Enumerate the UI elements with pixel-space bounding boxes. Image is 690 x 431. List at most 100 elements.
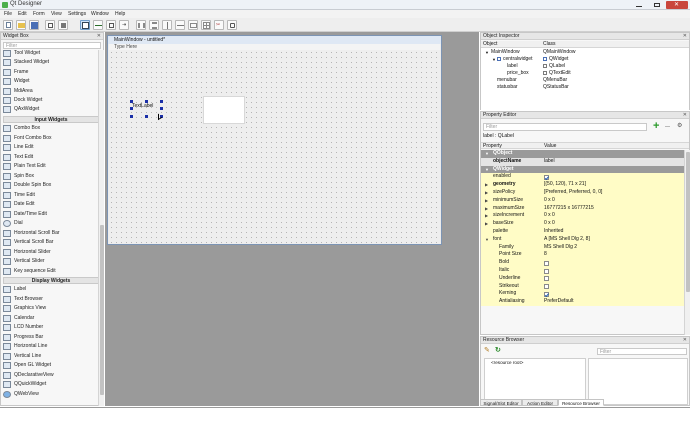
- widget-box-item[interactable]: Tool Widget: [3, 50, 99, 58]
- kerning-checkbox[interactable]: [544, 291, 549, 297]
- tree-row[interactable]: price_box QTextEdit: [481, 70, 689, 77]
- col-value-header[interactable]: Value: [544, 143, 556, 149]
- break-layout-button[interactable]: ✂: [214, 20, 224, 30]
- expand-arrow-icon[interactable]: ▼: [485, 166, 489, 174]
- widget-box-item[interactable]: Horizontal Line: [3, 342, 99, 351]
- property-row[interactable]: Kerning: [481, 290, 685, 299]
- property-editor-scrollbar[interactable]: [684, 150, 690, 335]
- expand-arrow-icon[interactable]: ▼: [485, 49, 489, 56]
- tree-row[interactable]: ▼ centralwidget QWidget: [481, 56, 689, 63]
- edit-tab-order-button[interactable]: ⇥: [119, 20, 129, 30]
- property-section-qobject[interactable]: ▼ QObject: [481, 150, 685, 158]
- property-row[interactable]: Family MS Shell Dlg 2: [481, 243, 685, 252]
- remove-dynamic-property-icon[interactable]: —: [665, 124, 671, 130]
- configure-icon[interactable]: ⚙: [677, 122, 686, 131]
- send-to-back-button[interactable]: [45, 20, 55, 30]
- widget-box-item[interactable]: Open GL Widget: [3, 361, 99, 370]
- minimize-button[interactable]: [630, 1, 648, 9]
- widget-box-item[interactable]: Stacked Widget: [3, 58, 99, 67]
- property-value[interactable]: 0 x 0: [544, 220, 555, 228]
- lay-out-horizontally-button[interactable]: [136, 20, 146, 30]
- widget-box-item[interactable]: MdiArea: [3, 87, 99, 96]
- property-row[interactable]: palette Inherited: [481, 228, 685, 236]
- edit-resources-icon[interactable]: ✎: [484, 347, 492, 355]
- form-canvas[interactable]: TextLabel: [109, 50, 440, 244]
- expand-arrow-icon[interactable]: ▶: [485, 181, 488, 189]
- widget-box-item[interactable]: Graphics View: [3, 304, 99, 313]
- menu-help[interactable]: Help: [115, 11, 125, 17]
- property-row[interactable]: ▶ sizeIncrement 0 x 0: [481, 212, 685, 221]
- widget-box-item[interactable]: Key sequence Edit: [3, 267, 99, 276]
- tab-resource-browser[interactable]: Resource Browser: [558, 399, 604, 406]
- lay-out-vertically-button[interactable]: [149, 20, 159, 30]
- widget-box-item[interactable]: Vertical Line: [3, 352, 99, 361]
- expand-arrow-icon[interactable]: ▶: [485, 220, 488, 228]
- menu-edit[interactable]: Edit: [18, 11, 27, 17]
- expand-arrow-icon[interactable]: ▶: [485, 205, 488, 213]
- widget-box-item[interactable]: Widget: [3, 77, 99, 86]
- tree-row[interactable]: menubar QMenuBar: [481, 77, 689, 84]
- property-row[interactable]: ▼ font A [MS Shell Dlg 2, 8]: [481, 235, 685, 244]
- tree-row[interactable]: label QLabel: [481, 63, 689, 70]
- resource-list[interactable]: [588, 358, 688, 405]
- scrollbar-thumb[interactable]: [100, 225, 104, 395]
- property-row[interactable]: Antialiasing PreferDefault: [481, 298, 685, 306]
- widget-box-item[interactable]: Spin Box: [3, 172, 99, 181]
- italic-checkbox[interactable]: [544, 268, 549, 274]
- widget-box-item[interactable]: Label: [3, 285, 99, 294]
- property-row[interactable]: ▶ baseSize 0 x 0: [481, 220, 685, 228]
- selection-handle[interactable]: [145, 115, 148, 118]
- property-value[interactable]: [Preferred, Preferred, 0, 0]: [544, 189, 602, 197]
- property-value[interactable]: PreferDefault: [544, 298, 573, 306]
- lay-out-grid-button[interactable]: [201, 20, 211, 30]
- property-value[interactable]: 0 x 0: [544, 212, 555, 220]
- tab-action-editor[interactable]: Action Editor: [522, 399, 558, 406]
- widget-box-item[interactable]: Calendar: [3, 314, 99, 323]
- tree-row[interactable]: ▼ MainWindow QMainWindow: [481, 49, 689, 56]
- expand-arrow-icon[interactable]: ▼: [492, 56, 496, 63]
- property-value[interactable]: MS Shell Dlg 2: [544, 244, 577, 252]
- widget-box-item[interactable]: Text Browser: [3, 295, 99, 304]
- widget-box-item[interactable]: Double Spin Box: [3, 181, 99, 190]
- lay-out-splitter-h-button[interactable]: [162, 20, 172, 30]
- maximize-button[interactable]: [648, 1, 666, 9]
- widget-box-item[interactable]: Vertical Scroll Bar: [3, 238, 99, 247]
- widget-box-item[interactable]: LCD Number: [3, 323, 99, 332]
- resource-filter-input[interactable]: Filter: [597, 348, 687, 355]
- widget-box-item[interactable]: Dial: [3, 219, 99, 228]
- adjust-size-button[interactable]: [227, 20, 237, 30]
- selection-handle[interactable]: [160, 107, 163, 110]
- menu-form[interactable]: Form: [33, 11, 45, 17]
- widget-box-item[interactable]: QQuickWidget: [3, 380, 99, 389]
- menu-view[interactable]: View: [51, 11, 62, 17]
- selection-handle[interactable]: [145, 100, 148, 103]
- expand-arrow-icon[interactable]: ▶: [485, 197, 488, 205]
- underline-checkbox[interactable]: [544, 276, 549, 282]
- menu-window[interactable]: Window: [91, 11, 109, 17]
- lay-out-splitter-v-button[interactable]: [175, 20, 185, 30]
- widget-box-item[interactable]: Progress Bar: [3, 333, 99, 342]
- property-section-qwidget[interactable]: ▼ QWidget: [481, 165, 685, 174]
- category-display-widgets[interactable]: Display Widgets: [3, 277, 99, 284]
- selection-handle[interactable]: [160, 100, 163, 103]
- widget-box-item[interactable]: Text Edit: [3, 153, 99, 162]
- widget-box-filter-input[interactable]: Filter: [3, 42, 101, 49]
- edit-widgets-button[interactable]: [80, 20, 90, 30]
- property-row[interactable]: Bold: [481, 259, 685, 267]
- col-object-header[interactable]: Object: [483, 41, 497, 48]
- col-class-header[interactable]: Class: [543, 41, 556, 48]
- resource-tree[interactable]: <resource root>: [484, 358, 586, 405]
- price-box-text-edit[interactable]: [203, 96, 245, 124]
- property-value[interactable]: 0 x 0: [544, 197, 555, 205]
- property-row[interactable]: ▶ maximumSize 16777215 x 16777215: [481, 204, 685, 213]
- tree-row[interactable]: statusbar QStatusBar: [481, 84, 689, 91]
- selection-handle[interactable]: [130, 115, 133, 118]
- lay-out-form-button[interactable]: [188, 20, 198, 30]
- property-row[interactable]: Point Size 8: [481, 251, 685, 260]
- property-row[interactable]: Strikeout: [481, 282, 685, 291]
- property-value[interactable]: label: [544, 158, 555, 166]
- property-row[interactable]: enabled: [481, 173, 685, 182]
- form-window[interactable]: MainWindow - untitled* Type Here TextLab…: [107, 35, 442, 245]
- add-dynamic-property-icon[interactable]: +: [653, 121, 663, 132]
- dock-close-icon[interactable]: ✕: [97, 33, 101, 40]
